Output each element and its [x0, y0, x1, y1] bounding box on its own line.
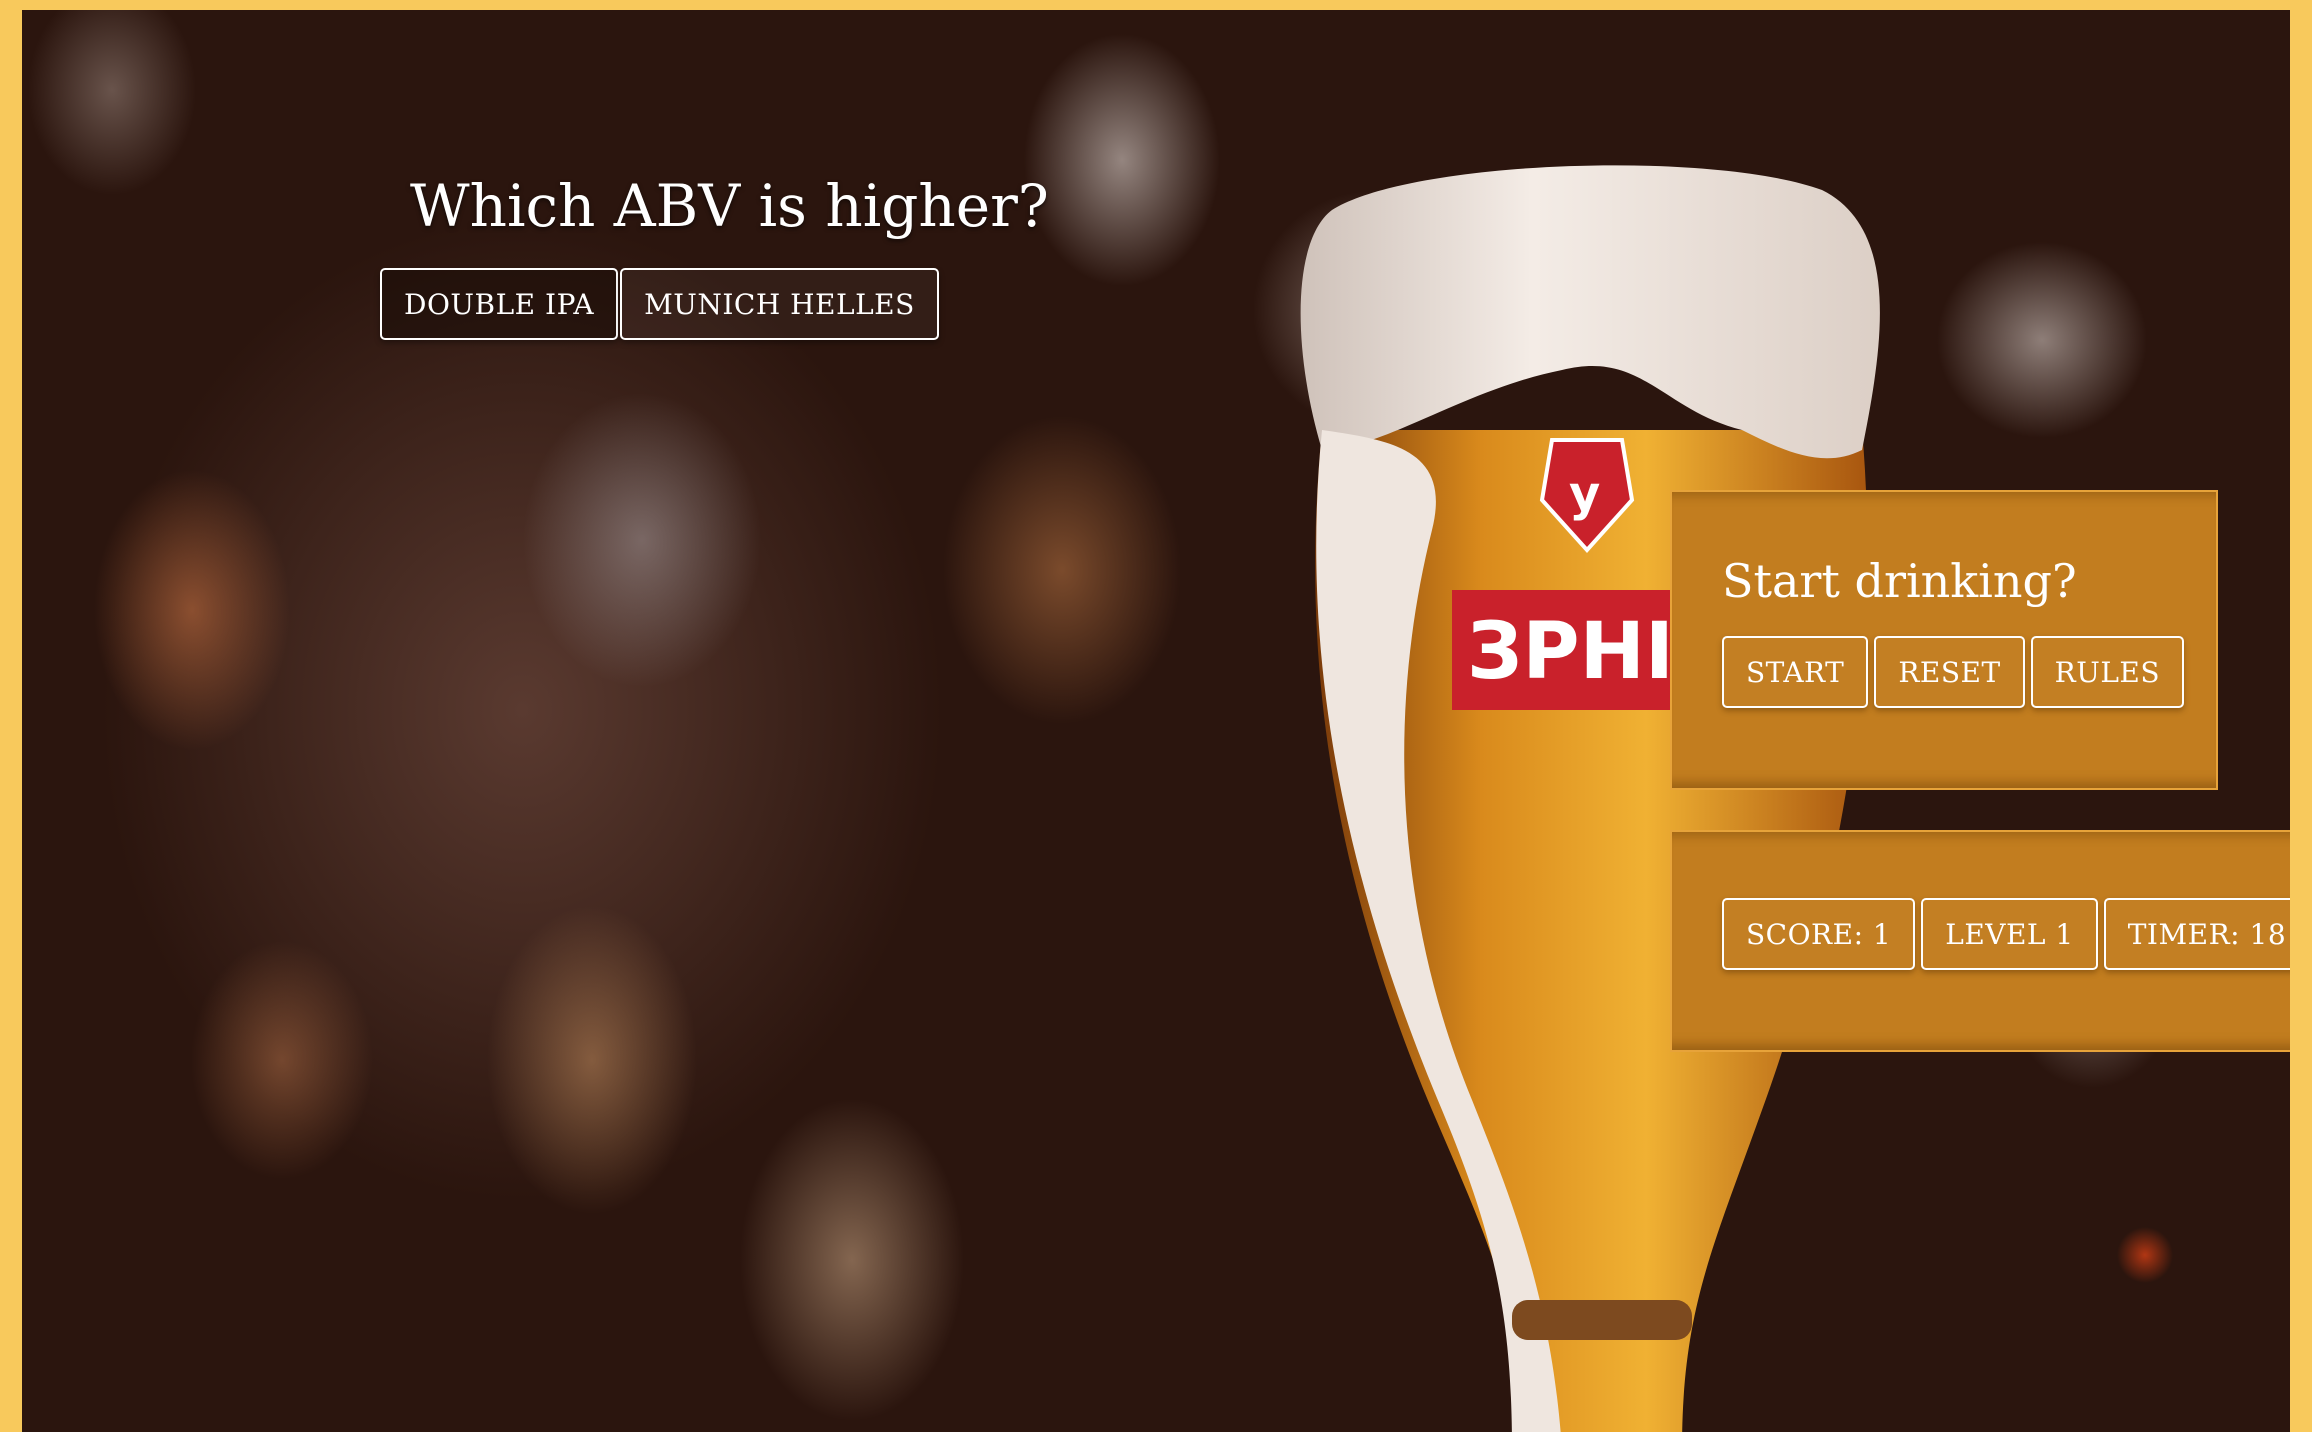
start-panel: Start drinking? Start Reset Rules [1670, 490, 2218, 790]
status-panel: Score: 1 Level 1 Timer: 18 [1670, 830, 2290, 1052]
svg-text:y: y [1569, 466, 1600, 522]
choice-button-munich-helles[interactable]: Munich Helles [620, 268, 939, 340]
status-items: Score: 1 Level 1 Timer: 18 [1722, 898, 2290, 970]
rules-button[interactable]: Rules [2030, 636, 2185, 708]
reset-button[interactable]: Reset [1874, 636, 2025, 708]
level-display: Level 1 [1921, 898, 2098, 970]
choice-button-double-ipa[interactable]: Double IPA [380, 268, 619, 340]
start-panel-title: Start drinking? [1722, 554, 2077, 608]
question-title: Which ABV is higher? [410, 172, 1049, 240]
start-panel-buttons: Start Reset Rules [1722, 636, 2190, 708]
start-button[interactable]: Start [1722, 636, 1869, 708]
beer-glass-image: ЗPHIrIBC y [1300, 165, 1880, 1432]
game-frame: ЗPHIrIBC y Which ABV is higher? Double I… [0, 0, 2312, 1432]
timer-display: Timer: 18 [2103, 898, 2290, 970]
answer-choices: Double IPA Munich Helles [380, 268, 941, 340]
score-display: Score: 1 [1722, 898, 1916, 970]
